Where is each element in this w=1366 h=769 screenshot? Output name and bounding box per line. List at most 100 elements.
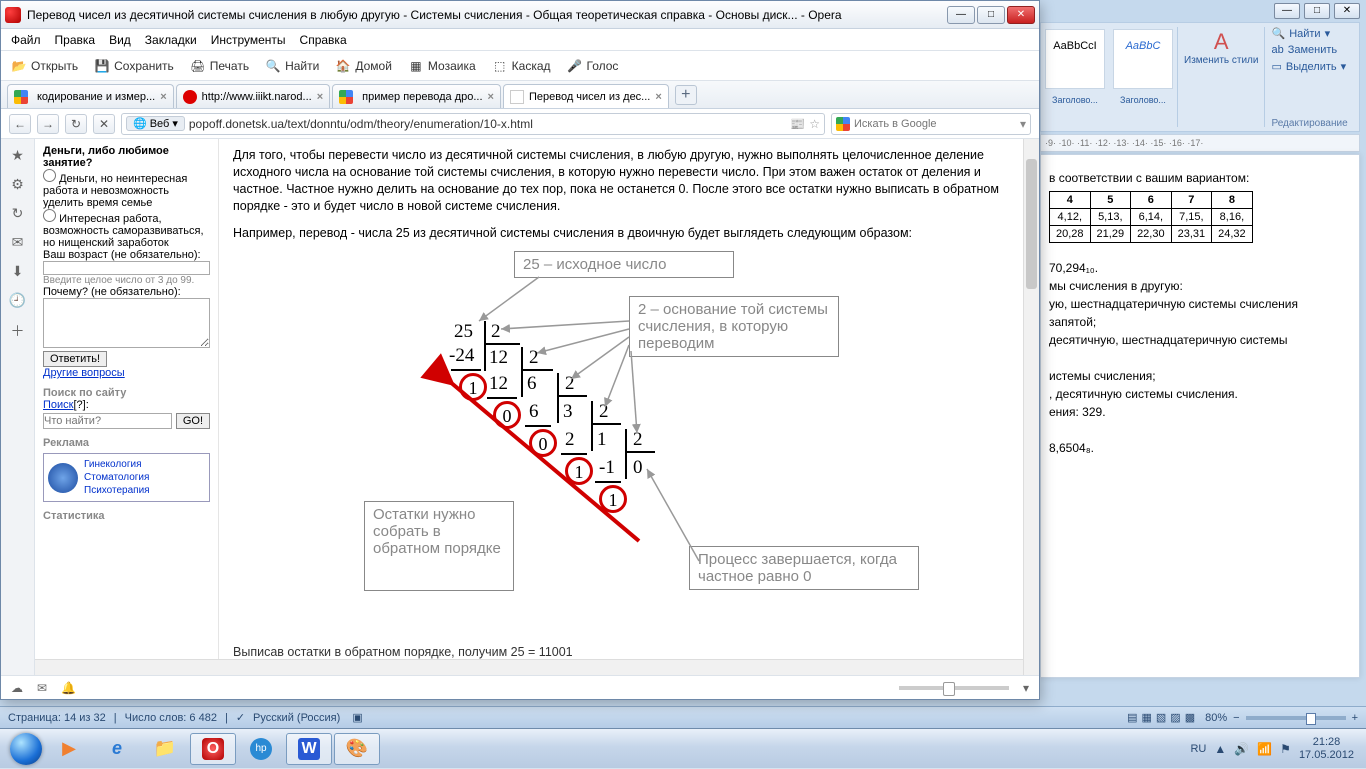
address-field[interactable]: 🌐 Веб ▾ popoff.donetsk.ua/text/donntu/od… — [121, 113, 825, 135]
replace-button[interactable]: abЗаменить — [1271, 44, 1353, 56]
panel-mail-icon[interactable]: ✉ — [12, 234, 24, 251]
taskbar-app-word[interactable]: W — [286, 733, 332, 765]
word-maximize-button[interactable]: □ — [1304, 3, 1330, 19]
tray-flag-icon[interactable]: ⚑ — [1280, 742, 1291, 756]
status-words[interactable]: Число слов: 6 482 — [125, 712, 217, 724]
tab-close-icon[interactable]: × — [160, 91, 166, 103]
tab-1[interactable]: кодирование и измер...× — [7, 84, 174, 108]
zoom-value[interactable]: 80% — [1205, 712, 1227, 724]
find-button[interactable]: 🔍Найти ▾ — [1271, 27, 1353, 40]
poll-option-1[interactable]: Деньги, но неинтересная работа и невозмо… — [43, 169, 210, 209]
view-web-icon[interactable]: ▧ — [1156, 711, 1166, 724]
status-sync-icon[interactable]: ☁ — [11, 681, 23, 695]
maximize-button[interactable]: □ — [977, 6, 1005, 24]
panel-downloads-icon[interactable]: ⬇ — [12, 263, 24, 280]
tab-close-icon[interactable]: × — [317, 91, 323, 103]
ad-link[interactable]: Психотерапия — [84, 484, 150, 497]
close-button[interactable]: ✕ — [1007, 6, 1035, 24]
why-textarea[interactable] — [43, 298, 210, 348]
rss-icon[interactable]: 📰 — [790, 117, 805, 131]
tb-tile[interactable]: ▦Мозаика — [408, 58, 476, 74]
panel-add-icon[interactable]: ＋ — [11, 321, 25, 341]
taskbar-app-hp[interactable]: hp — [238, 733, 284, 765]
tb-print[interactable]: 🖨Печать — [190, 58, 249, 74]
style-heading-2[interactable]: AaBbC — [1113, 29, 1173, 89]
menu-file[interactable]: Файл — [11, 33, 41, 47]
forward-button[interactable]: → — [37, 114, 59, 134]
zoom-in-button[interactable]: + — [1352, 712, 1358, 724]
view-outline-icon[interactable]: ▨ — [1170, 711, 1180, 724]
tray-volume-icon[interactable]: 🔊 — [1234, 742, 1249, 756]
style-heading-1[interactable]: AaBbCcI — [1045, 29, 1105, 89]
panel-bookmarks-icon[interactable]: ★ — [11, 147, 24, 164]
tab-4[interactable]: Перевод чисел из дес...× — [503, 84, 669, 108]
view-print-icon[interactable]: ▤ — [1127, 711, 1137, 724]
menu-help[interactable]: Справка — [300, 33, 347, 47]
horizontal-scrollbar[interactable] — [35, 659, 1023, 675]
search-link[interactable]: Поиск — [43, 399, 73, 411]
menu-edit[interactable]: Правка — [55, 33, 96, 47]
new-tab-button[interactable]: + — [675, 85, 697, 105]
taskbar-app-ie[interactable]: e — [94, 733, 140, 765]
zoom-out-button[interactable]: − — [1233, 712, 1239, 724]
search-input[interactable] — [854, 118, 1020, 130]
panel-history-icon[interactable]: 🕘 — [9, 292, 26, 309]
status-view-icon[interactable]: ▾ — [1023, 681, 1029, 695]
tb-cascade[interactable]: ⬚Каскад — [492, 58, 551, 74]
word-close-button[interactable]: ✕ — [1334, 3, 1360, 19]
tb-home[interactable]: 🏠Домой — [335, 58, 392, 74]
ad-link[interactable]: Гинекология — [84, 458, 150, 471]
web-chip[interactable]: 🌐 Веб ▾ — [126, 116, 185, 131]
vertical-scrollbar[interactable] — [1023, 139, 1039, 675]
tb-open[interactable]: 📂Открыть — [11, 58, 78, 74]
tb-save[interactable]: 💾Сохранить — [94, 58, 174, 74]
language-indicator[interactable]: RU — [1190, 743, 1206, 755]
status-language[interactable]: Русский (Россия) — [253, 712, 340, 724]
start-button[interactable] — [6, 729, 46, 769]
poll-option-2[interactable]: Интересная работа, возможность саморазви… — [43, 209, 210, 249]
change-styles-button[interactable]: A Изменить стили — [1178, 23, 1264, 131]
tray-show-hidden-icon[interactable]: ▲ — [1214, 742, 1226, 756]
status-page[interactable]: Страница: 14 из 32 — [8, 712, 106, 724]
status-mail-icon[interactable]: ✉ — [37, 681, 47, 695]
status-notif-icon[interactable]: 🔔 — [61, 681, 76, 695]
submit-button[interactable]: Ответить! — [43, 351, 107, 367]
search-field[interactable]: ▾ — [831, 113, 1031, 135]
taskbar-app-media[interactable]: ▶ — [46, 733, 92, 765]
word-minimize-button[interactable]: — — [1274, 3, 1300, 19]
tab-3[interactable]: пример перевода дро...× — [332, 84, 501, 108]
taskbar-app-paint[interactable]: 🎨 — [334, 733, 380, 765]
menu-tools[interactable]: Инструменты — [211, 33, 286, 47]
taskbar-app-opera[interactable]: O — [190, 733, 236, 765]
minimize-button[interactable]: — — [947, 6, 975, 24]
url-text[interactable]: popoff.donetsk.ua/text/donntu/odm/theory… — [189, 117, 786, 131]
opera-titlebar[interactable]: Перевод чисел из десятичной системы счис… — [1, 1, 1039, 29]
age-input[interactable] — [43, 261, 210, 275]
view-read-icon[interactable]: ▦ — [1141, 711, 1151, 724]
ad-block[interactable]: Гинекология Стоматология Психотерапия — [43, 453, 210, 502]
tb-find[interactable]: 🔍Найти — [265, 58, 319, 74]
tab-2[interactable]: http://www.iiikt.narod...× — [176, 84, 330, 108]
select-button[interactable]: ▭Выделить ▾ — [1271, 60, 1353, 73]
ad-link[interactable]: Стоматология — [84, 471, 150, 484]
go-button[interactable]: GO! — [176, 413, 210, 429]
site-search-input[interactable] — [43, 413, 172, 429]
tab-close-icon[interactable]: × — [655, 91, 661, 103]
back-button[interactable]: ← — [9, 114, 31, 134]
menu-bookmarks[interactable]: Закладки — [145, 33, 197, 47]
clock[interactable]: 21:28 17.05.2012 — [1299, 736, 1354, 760]
other-questions-link[interactable]: Другие вопросы — [43, 367, 125, 379]
panel-transfers-icon[interactable]: ↻ — [12, 205, 24, 222]
menu-view[interactable]: Вид — [109, 33, 131, 47]
bookmark-star-icon[interactable]: ☆ — [809, 117, 820, 131]
reload-button[interactable]: ↻ — [65, 114, 87, 134]
zoom-slider[interactable] — [1246, 716, 1346, 720]
spellcheck-icon[interactable]: ✓ — [236, 711, 245, 724]
tab-close-icon[interactable]: × — [488, 91, 494, 103]
opera-zoom-slider[interactable] — [899, 686, 1009, 690]
stop-button[interactable]: ✕ — [93, 114, 115, 134]
macro-icon[interactable]: ▣ — [352, 711, 362, 724]
panel-widgets-icon[interactable]: ⚙ — [11, 176, 24, 193]
search-dropdown-icon[interactable]: ▾ — [1020, 117, 1026, 131]
taskbar-app-explorer[interactable]: 📁 — [142, 733, 188, 765]
